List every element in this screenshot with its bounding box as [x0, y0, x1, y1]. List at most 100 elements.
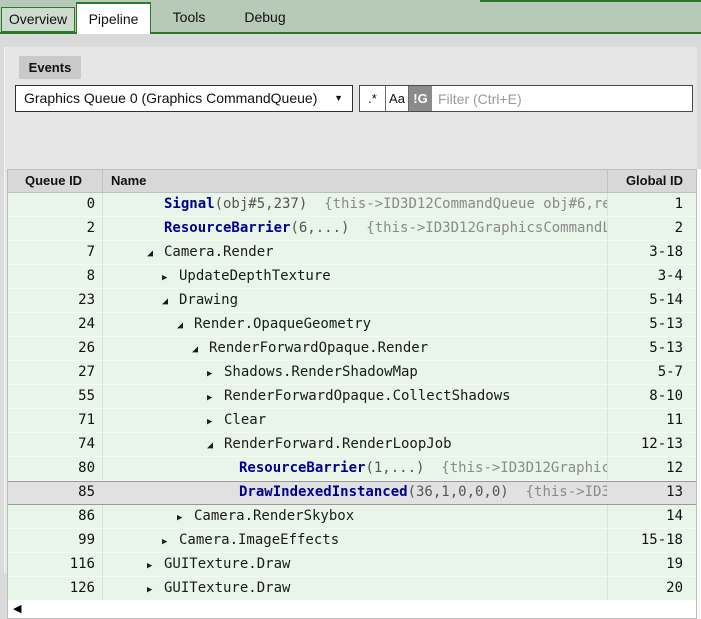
indent-spacer — [103, 255, 147, 256]
event-name: Clear — [224, 412, 266, 428]
tab-overview[interactable]: Overview — [1, 7, 75, 32]
global-id-cell: 20 — [608, 577, 696, 600]
indent-spacer — [103, 207, 147, 208]
global-id-cell: 3-4 — [608, 265, 696, 288]
name-cell: ▶UpdateDepthTexture — [103, 265, 608, 288]
table-header: Queue ID Name Global ID — [8, 170, 696, 193]
event-params: (1,...) — [365, 460, 424, 476]
table-row[interactable]: 27▶Shadows.RenderShadowMap5-7 — [8, 361, 696, 385]
table-row[interactable]: 71▶Clear11 — [8, 409, 696, 433]
chevron-down-icon: ▼ — [334, 86, 343, 111]
table-row[interactable]: 7◢Camera.Render3-18 — [8, 241, 696, 265]
event-name: RenderForwardOpaque.CollectShadows — [224, 388, 511, 404]
global-id-cell: 2 — [608, 217, 696, 240]
tab-pipeline[interactable]: Pipeline — [76, 2, 151, 34]
indent-spacer — [103, 495, 222, 496]
event-name: Camera.RenderSkybox — [194, 508, 354, 524]
queue-id-cell: 116 — [8, 553, 103, 576]
collapsed-icon[interactable]: ▶ — [207, 363, 224, 384]
event-name: ResourceBarrier — [164, 220, 290, 236]
event-params: (obj#5,237) — [215, 196, 308, 212]
name-cell: ▶GUITexture.Draw — [103, 577, 608, 600]
queue-id-cell: 8 — [8, 265, 103, 288]
expanded-icon[interactable]: ◢ — [207, 434, 224, 456]
queue-id-cell: 126 — [8, 577, 103, 600]
expanded-icon[interactable]: ◢ — [147, 242, 164, 264]
global-id-cell: 11 — [608, 409, 696, 432]
event-name: GUITexture.Draw — [164, 580, 290, 596]
horizontal-scrollbar[interactable]: ◀ — [8, 600, 696, 618]
table-row[interactable]: 2 ResourceBarrier(6,...) {this->ID3D12Gra… — [8, 217, 696, 241]
table-row[interactable]: 0Signal(obj#5,237) {this->ID3D12CommandQ… — [8, 193, 696, 217]
queue-id-cell: 74 — [8, 433, 103, 456]
expanded-icon[interactable]: ◢ — [177, 314, 194, 336]
expanded-icon[interactable]: ◢ — [162, 290, 179, 312]
event-annotation: {this->ID3D12GraphicsCommandL — [349, 220, 608, 236]
events-pane-tab[interactable]: Events — [19, 56, 81, 79]
collapsed-icon[interactable]: ▶ — [162, 267, 179, 288]
table-row[interactable]: 74◢RenderForward.RenderLoopJob12-13 — [8, 433, 696, 457]
name-cell: ◢Render.OpaqueGeometry — [103, 313, 608, 336]
global-id-cell: 5-7 — [608, 361, 696, 384]
queue-dropdown[interactable]: Graphics Queue 0 (Graphics CommandQueue)… — [15, 85, 353, 112]
global-id-cell: 5-14 — [608, 289, 696, 312]
collapsed-icon[interactable]: ▶ — [177, 507, 194, 528]
table-row[interactable]: 26◢RenderForwardOpaque.Render5-13 — [8, 337, 696, 361]
event-name: Shadows.RenderShadowMap — [224, 364, 418, 380]
event-params: (6,...) — [290, 220, 349, 236]
scroll-left-icon[interactable]: ◀ — [13, 602, 21, 615]
name-cell: ◢RenderForward.RenderLoopJob — [103, 433, 608, 456]
events-table: Queue ID Name Global ID 0Signal(obj#5,23… — [7, 169, 697, 619]
global-id-cell: 13 — [608, 482, 696, 504]
tab-tools[interactable]: Tools — [151, 2, 227, 32]
right-margin — [697, 169, 701, 619]
collapsed-icon[interactable]: ▶ — [207, 387, 224, 408]
global-id-cell: 5-13 — [608, 313, 696, 336]
queue-id-cell: 80 — [8, 457, 103, 480]
event-name: DrawIndexedInstanced — [239, 484, 408, 500]
event-name: Camera.Render — [164, 244, 274, 260]
column-header-name[interactable]: Name — [103, 170, 608, 192]
queue-dropdown-value: Graphics Queue 0 (Graphics CommandQueue) — [24, 90, 317, 106]
collapsed-icon[interactable]: ▶ — [207, 411, 224, 432]
column-header-global-id[interactable]: Global ID — [608, 170, 696, 192]
global-id-cell: 14 — [608, 505, 696, 528]
regex-toggle-button[interactable]: .* — [360, 86, 386, 111]
table-row[interactable]: 116▶GUITexture.Draw19 — [8, 553, 696, 577]
table-row[interactable]: 80ResourceBarrier(1,...) {this->ID3D12Gr… — [8, 457, 696, 481]
event-name: UpdateDepthTexture — [179, 268, 331, 284]
table-row[interactable]: 24◢Render.OpaqueGeometry5-13 — [8, 313, 696, 337]
global-id-cell: 12-13 — [608, 433, 696, 456]
indent-spacer — [103, 543, 162, 544]
table-row[interactable]: 99▶Camera.ImageEffects15-18 — [8, 529, 696, 553]
event-name: Drawing — [179, 292, 238, 308]
table-row[interactable]: 55▶RenderForwardOpaque.CollectShadows8-1… — [8, 385, 696, 409]
tab-debug[interactable]: Debug — [227, 2, 303, 32]
indent-spacer — [103, 399, 207, 400]
case-sensitive-toggle-button[interactable]: Aa — [386, 86, 409, 111]
expanded-icon[interactable]: ◢ — [192, 338, 209, 360]
name-cell: ◢RenderForwardOpaque.Render — [103, 337, 608, 360]
event-name: Render.OpaqueGeometry — [194, 316, 371, 332]
indent-spacer — [103, 519, 177, 520]
table-body: 0Signal(obj#5,237) {this->ID3D12CommandQ… — [8, 193, 696, 601]
queue-id-cell: 99 — [8, 529, 103, 552]
collapsed-icon[interactable]: ▶ — [147, 555, 164, 576]
global-id-cell: 12 — [608, 457, 696, 480]
queue-id-cell: 7 — [8, 241, 103, 264]
indent-spacer — [103, 447, 207, 448]
event-annotation: {this->ID3 — [509, 484, 608, 500]
collapsed-icon[interactable]: ▶ — [162, 531, 179, 552]
table-row[interactable]: 8▶UpdateDepthTexture3-4 — [8, 265, 696, 289]
filter-input[interactable] — [432, 86, 692, 111]
tab-bar: Overview Pipeline Tools Debug — [0, 0, 701, 34]
column-header-queue-id[interactable]: Queue ID — [8, 170, 103, 192]
indent-spacer — [103, 375, 207, 376]
table-row[interactable]: 23◢Drawing5-14 — [8, 289, 696, 313]
filter-toolbar: .* Aa !G — [359, 85, 693, 112]
table-row[interactable]: 86▶Camera.RenderSkybox14 — [8, 505, 696, 529]
collapsed-icon[interactable]: ▶ — [147, 579, 164, 600]
events-panel: Events Graphics Queue 0 (Graphics Comman… — [4, 47, 697, 573]
exclude-toggle-button[interactable]: !G — [409, 86, 432, 111]
table-row[interactable]: 85DrawIndexedInstanced(36,1,0,0,0) {this… — [8, 481, 696, 505]
